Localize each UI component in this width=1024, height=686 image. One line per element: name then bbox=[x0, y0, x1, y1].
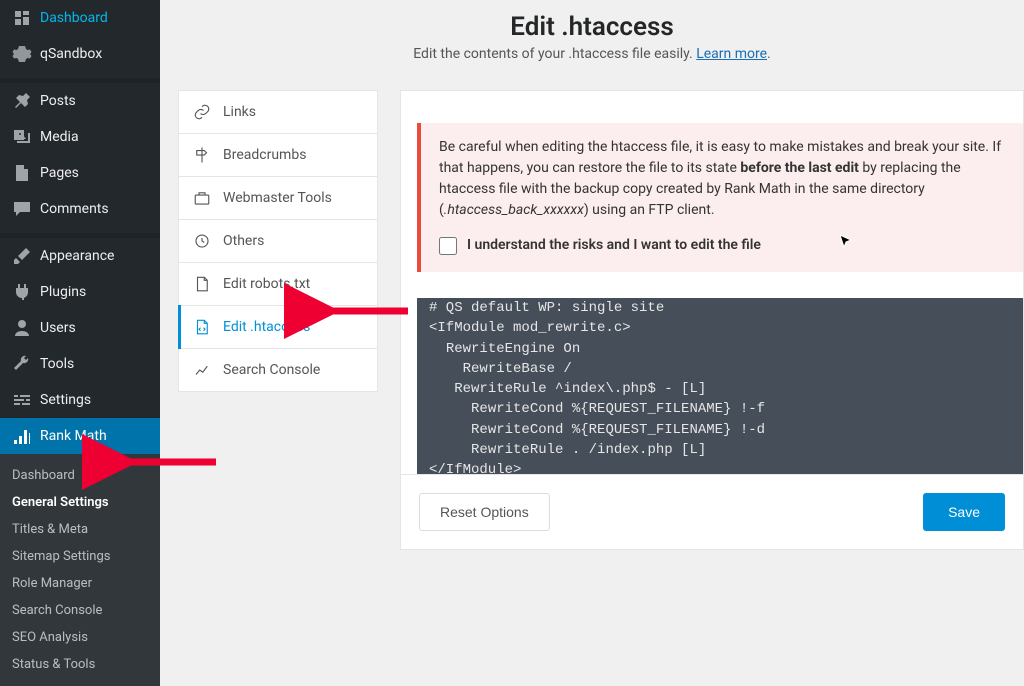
toolbox-icon bbox=[193, 189, 211, 207]
action-bar: Reset Options Save bbox=[401, 474, 1023, 549]
tab-webmaster[interactable]: Webmaster Tools bbox=[179, 177, 377, 220]
tab-breadcrumbs[interactable]: Breadcrumbs bbox=[179, 134, 377, 177]
cursor-icon bbox=[839, 234, 855, 250]
menu-label: Tools bbox=[40, 356, 74, 372]
warning-notice: Be careful when editing the htaccess fil… bbox=[417, 123, 1023, 272]
warning-bold: before the last edit bbox=[740, 160, 859, 176]
settings-content: Be careful when editing the htaccess fil… bbox=[400, 90, 1024, 550]
menu-label: Dashboard bbox=[40, 10, 108, 26]
chart-icon bbox=[193, 361, 211, 379]
understand-label[interactable]: I understand the risks and I want to edi… bbox=[467, 235, 761, 256]
user-icon bbox=[12, 318, 32, 338]
tab-search-console[interactable]: Search Console bbox=[179, 349, 377, 391]
menu-label: Users bbox=[40, 320, 76, 336]
file-code-icon bbox=[193, 318, 211, 336]
sub-status-tools[interactable]: Status & Tools bbox=[0, 651, 160, 678]
comment-icon bbox=[12, 199, 32, 219]
rankmath-submenu: Dashboard General Settings Titles & Meta… bbox=[0, 454, 160, 686]
save-button[interactable]: Save bbox=[923, 493, 1005, 531]
menu-settings[interactable]: Settings bbox=[0, 382, 160, 418]
gear-icon bbox=[12, 44, 32, 64]
sub-sitemap[interactable]: Sitemap Settings bbox=[0, 543, 160, 570]
tab-others[interactable]: Others bbox=[179, 220, 377, 263]
warning-text3: ) using an FTP client. bbox=[584, 202, 715, 218]
page-header: Edit .htaccess Edit the contents of your… bbox=[160, 0, 1024, 72]
menu-media[interactable]: Media bbox=[0, 119, 160, 155]
pin-icon bbox=[12, 91, 32, 111]
menu-rankmath[interactable]: Rank Math bbox=[0, 418, 160, 454]
sub-titles-meta[interactable]: Titles & Meta bbox=[0, 516, 160, 543]
wrench-icon bbox=[12, 354, 32, 374]
menu-comments[interactable]: Comments bbox=[0, 191, 160, 227]
sub-dashboard[interactable]: Dashboard bbox=[0, 462, 160, 489]
tab-label: Search Console bbox=[223, 362, 320, 378]
desc-text: Edit the contents of your .htaccess file… bbox=[413, 46, 696, 62]
rankmath-icon bbox=[12, 426, 32, 446]
tab-htaccess[interactable]: Edit .htaccess bbox=[179, 306, 377, 349]
menu-pages[interactable]: Pages bbox=[0, 155, 160, 191]
sliders-icon bbox=[12, 390, 32, 410]
page-title: Edit .htaccess bbox=[160, 12, 1024, 42]
tab-links[interactable]: Links bbox=[179, 91, 377, 134]
menu-dashboard[interactable]: Dashboard bbox=[0, 0, 160, 36]
tab-label: Webmaster Tools bbox=[223, 190, 332, 206]
circle-icon bbox=[193, 232, 211, 250]
menu-label: Pages bbox=[40, 165, 79, 181]
menu-qsandbox[interactable]: qSandbox bbox=[0, 36, 160, 72]
page-desc: Edit the contents of your .htaccess file… bbox=[160, 46, 1024, 62]
menu-label: Rank Math bbox=[40, 428, 107, 444]
menu-label: Media bbox=[40, 129, 79, 145]
menu-plugins[interactable]: Plugins bbox=[0, 274, 160, 310]
dashboard-icon bbox=[12, 8, 32, 28]
learn-more-link[interactable]: Learn more bbox=[696, 46, 767, 62]
menu-label: Posts bbox=[40, 93, 76, 109]
menu-label: Settings bbox=[40, 392, 91, 408]
media-icon bbox=[12, 127, 32, 147]
tab-robots[interactable]: Edit robots.txt bbox=[179, 263, 377, 306]
wp-admin-sidebar: Dashboard qSandbox Posts Media Pages Com… bbox=[0, 0, 160, 652]
page-icon bbox=[12, 163, 32, 183]
plug-icon bbox=[12, 282, 32, 302]
sub-seo-analysis[interactable]: SEO Analysis bbox=[0, 624, 160, 651]
signpost-icon bbox=[193, 146, 211, 164]
understand-checkbox[interactable] bbox=[439, 237, 457, 255]
tab-label: Links bbox=[223, 104, 256, 120]
warning-backup: .htaccess_back_xxxxxx bbox=[444, 202, 584, 218]
tab-label: Breadcrumbs bbox=[223, 147, 306, 163]
tab-label: Edit .htaccess bbox=[223, 319, 310, 335]
brush-icon bbox=[12, 246, 32, 266]
sub-role[interactable]: Role Manager bbox=[0, 570, 160, 597]
menu-label: qSandbox bbox=[40, 46, 102, 62]
sub-search-console[interactable]: Search Console bbox=[0, 597, 160, 624]
menu-label: Plugins bbox=[40, 284, 86, 300]
menu-label: Comments bbox=[40, 201, 109, 217]
menu-users[interactable]: Users bbox=[0, 310, 160, 346]
menu-appearance[interactable]: Appearance bbox=[0, 232, 160, 274]
menu-tools[interactable]: Tools bbox=[0, 346, 160, 382]
tab-label: Edit robots.txt bbox=[223, 276, 310, 292]
link-icon bbox=[193, 103, 211, 121]
tab-label: Others bbox=[223, 233, 264, 249]
file-icon bbox=[193, 275, 211, 293]
sub-general-settings[interactable]: General Settings bbox=[0, 489, 160, 516]
reset-button[interactable]: Reset Options bbox=[419, 493, 550, 531]
main-content: Edit .htaccess Edit the contents of your… bbox=[160, 0, 1024, 652]
settings-tabs: Links Breadcrumbs Webmaster Tools Others… bbox=[178, 90, 378, 392]
menu-label: Appearance bbox=[40, 248, 114, 264]
menu-posts[interactable]: Posts bbox=[0, 77, 160, 119]
